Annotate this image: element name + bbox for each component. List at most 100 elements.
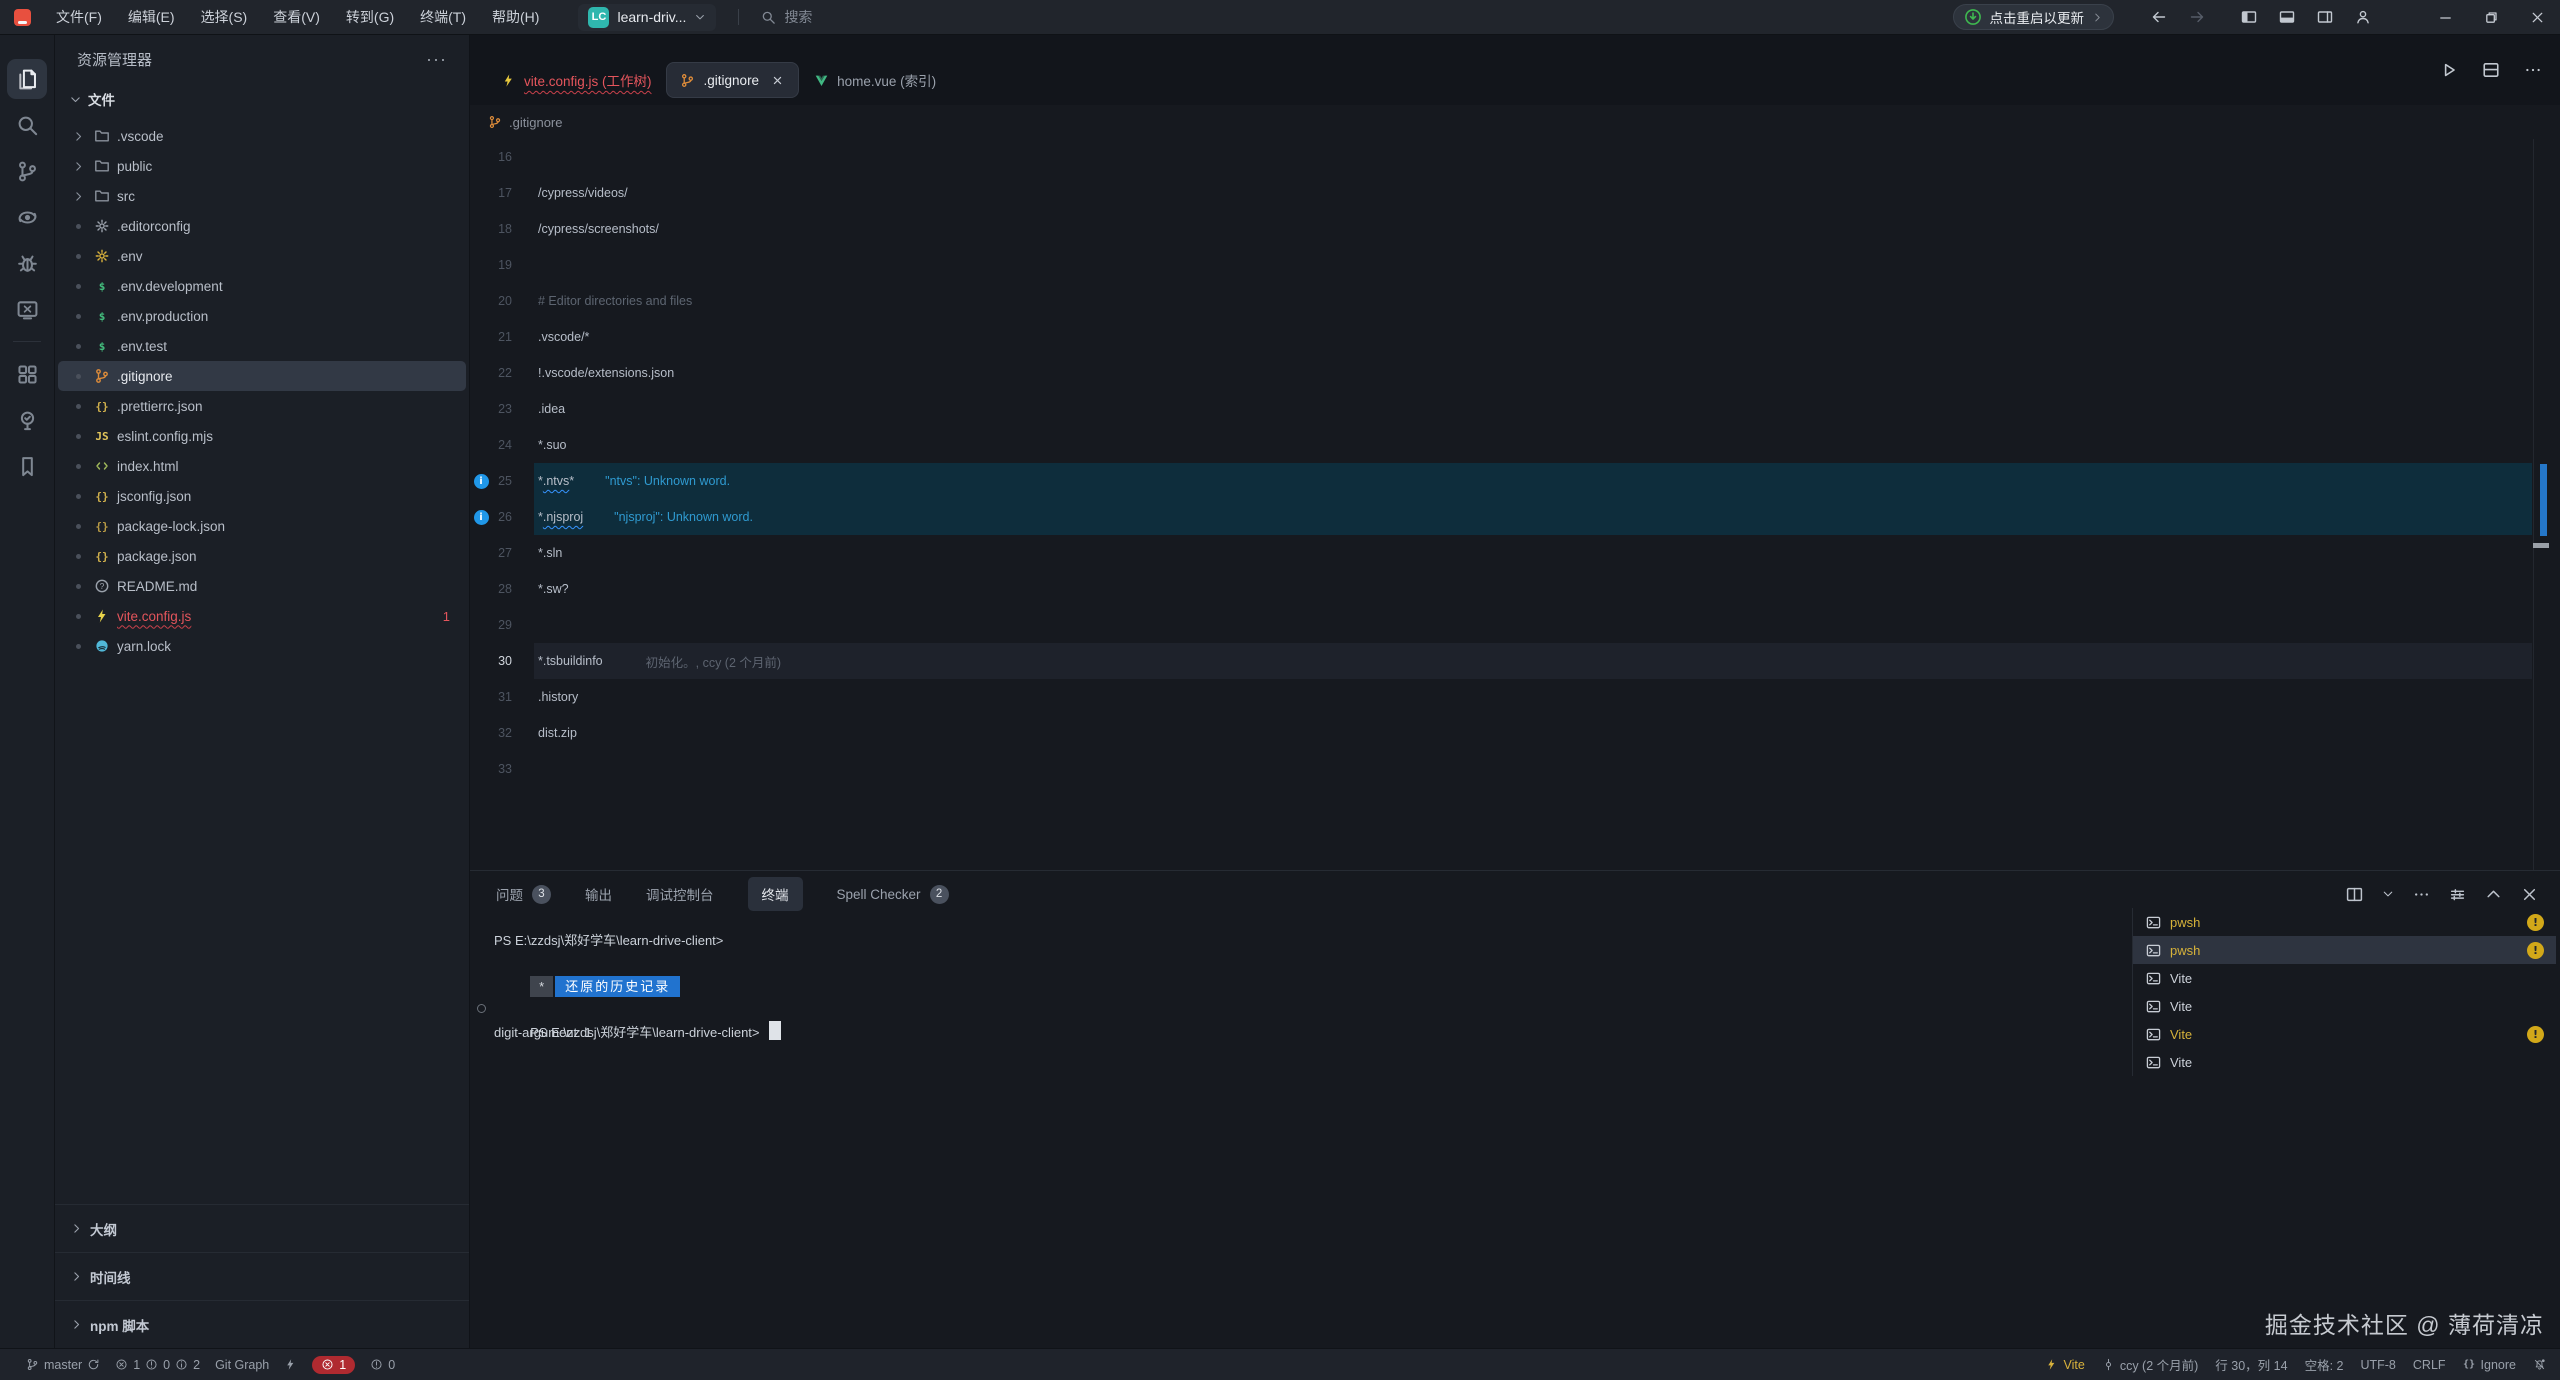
menu-item-0[interactable]: 文件(F) bbox=[43, 0, 115, 35]
sidebar-section-0[interactable]: 大纲 bbox=[55, 1204, 469, 1252]
git-branch-status[interactable]: master bbox=[26, 1358, 100, 1372]
menu-item-1[interactable]: 编辑(E) bbox=[115, 0, 188, 35]
file-row[interactable]: src bbox=[58, 181, 466, 211]
notifications[interactable] bbox=[2533, 1358, 2546, 1371]
filter-icon[interactable] bbox=[2449, 886, 2466, 903]
blame-status[interactable]: ccy (2 个月前) bbox=[2102, 1355, 2198, 1374]
file-row[interactable]: .env bbox=[58, 241, 466, 271]
split-terminal-icon[interactable] bbox=[2346, 886, 2363, 903]
menu-item-5[interactable]: 终端(T) bbox=[407, 0, 479, 35]
code-line[interactable]: 16 bbox=[470, 139, 2560, 175]
panel-tab-2[interactable]: 调试控制台 bbox=[646, 884, 714, 904]
close-icon[interactable] bbox=[769, 72, 785, 88]
code-line[interactable]: i25*.ntvs*"ntvs": Unknown word. bbox=[470, 463, 2560, 499]
code-line[interactable]: 23.idea bbox=[470, 391, 2560, 427]
menu-item-2[interactable]: 选择(S) bbox=[188, 0, 261, 35]
window-close-icon[interactable] bbox=[2514, 0, 2560, 35]
code-line[interactable]: 17/cypress/videos/ bbox=[470, 175, 2560, 211]
file-row[interactable]: .editorconfig bbox=[58, 211, 466, 241]
panel-tab-1[interactable]: 输出 bbox=[585, 884, 612, 904]
debug-icon[interactable] bbox=[7, 243, 47, 283]
code-line[interactable]: i26*.njsproj"njsproj": Unknown word. bbox=[470, 499, 2560, 535]
source-control-icon[interactable] bbox=[7, 151, 47, 191]
file-row[interactable]: index.html bbox=[58, 451, 466, 481]
file-row[interactable]: .vscode bbox=[58, 121, 466, 151]
file-row[interactable]: {}jsconfig.json bbox=[58, 481, 466, 511]
terminal-list-item[interactable]: pwsh! bbox=[2133, 908, 2556, 936]
info-diagnostic-icon[interactable]: i bbox=[470, 510, 492, 525]
code-line[interactable]: 30*.tsbuildinfo初始化。, ccy (2 个月前) bbox=[470, 643, 2560, 679]
sidebar-section-1[interactable]: 时间线 bbox=[55, 1252, 469, 1300]
bolt-status[interactable] bbox=[284, 1358, 297, 1371]
file-row[interactable]: {}package-lock.json bbox=[58, 511, 466, 541]
git-graph-status[interactable]: Git Graph bbox=[215, 1358, 269, 1372]
panel-tab-4[interactable]: Spell Checker2 bbox=[837, 885, 949, 904]
code-line[interactable]: 29 bbox=[470, 607, 2560, 643]
code-editor[interactable]: 1617/cypress/videos/18/cypress/screensho… bbox=[470, 139, 2560, 787]
sidebar-section-2[interactable]: npm 脚本 bbox=[55, 1300, 469, 1348]
titlebar-search[interactable]: 搜索 bbox=[761, 7, 812, 27]
explorer-icon[interactable] bbox=[7, 59, 47, 99]
info-diagnostic-icon[interactable]: i bbox=[470, 474, 492, 489]
terminal-list-item[interactable]: Vite! bbox=[2133, 1020, 2556, 1048]
terminal-list-item[interactable]: Vite bbox=[2133, 992, 2556, 1020]
panel-tab-3[interactable]: 终端 bbox=[748, 877, 803, 911]
terminal-list-item[interactable]: Vite bbox=[2133, 964, 2556, 992]
command-decoration-icon[interactable] bbox=[477, 1004, 486, 1013]
file-row[interactable]: $.env.production bbox=[58, 301, 466, 331]
error-badge[interactable]: 1 bbox=[312, 1356, 355, 1374]
toggle-secondary-sidebar-icon[interactable] bbox=[2306, 0, 2344, 35]
file-row[interactable]: $.env.development bbox=[58, 271, 466, 301]
code-line[interactable]: 19 bbox=[470, 247, 2560, 283]
window-restore-icon[interactable] bbox=[2468, 0, 2514, 35]
code-line[interactable]: 20# Editor directories and files bbox=[470, 283, 2560, 319]
search-icon[interactable] bbox=[7, 105, 47, 145]
tree-view-icon[interactable] bbox=[7, 400, 47, 440]
file-row[interactable]: {}.prettierrc.json bbox=[58, 391, 466, 421]
code-line[interactable]: 31.history bbox=[470, 679, 2560, 715]
vite-status[interactable]: Vite bbox=[2045, 1358, 2084, 1372]
terminal-list-item[interactable]: Vite bbox=[2133, 1048, 2556, 1076]
toggle-sidebar-icon[interactable] bbox=[2230, 0, 2268, 35]
indentation[interactable]: 空格: 2 bbox=[2305, 1355, 2344, 1374]
code-line[interactable]: 24*.suo bbox=[470, 427, 2560, 463]
file-row[interactable]: yarn.lock bbox=[58, 631, 466, 661]
account-icon[interactable] bbox=[2344, 0, 2382, 35]
preview-icon[interactable] bbox=[7, 197, 47, 237]
code-line[interactable]: 28*.sw? bbox=[470, 571, 2560, 607]
split-editor-icon[interactable] bbox=[2482, 61, 2500, 79]
problems-status[interactable]: 102 bbox=[115, 1358, 200, 1372]
bookmarks-icon[interactable] bbox=[7, 446, 47, 486]
cursor-position[interactable]: 行 30，列 14 bbox=[2215, 1355, 2287, 1374]
code-line[interactable]: 33 bbox=[470, 751, 2560, 787]
terminal-list-item[interactable]: pwsh! bbox=[2133, 936, 2556, 964]
file-row[interactable]: .gitignore bbox=[58, 361, 466, 391]
code-line[interactable]: 22!.vscode/extensions.json bbox=[470, 355, 2560, 391]
nav-back-icon[interactable] bbox=[2140, 0, 2178, 35]
update-button[interactable]: 点击重启以更新 bbox=[1953, 4, 2115, 30]
file-row[interactable]: JSeslint.config.mjs bbox=[58, 421, 466, 451]
more-actions-icon[interactable] bbox=[2524, 61, 2542, 79]
warning-count[interactable]: 0 bbox=[370, 1358, 395, 1372]
code-line[interactable]: 21.vscode/* bbox=[470, 319, 2560, 355]
overview-ruler[interactable] bbox=[2533, 139, 2534, 870]
editor-tab-2[interactable]: home.vue (索引) bbox=[799, 62, 950, 98]
eol[interactable]: CRLF bbox=[2413, 1358, 2446, 1372]
more-actions-icon[interactable] bbox=[2413, 886, 2430, 903]
code-line[interactable]: 27*.sln bbox=[470, 535, 2560, 571]
file-row[interactable]: $.env.test bbox=[58, 331, 466, 361]
toggle-panel-icon[interactable] bbox=[2268, 0, 2306, 35]
run-icon[interactable] bbox=[2440, 61, 2458, 79]
terminal-view-icon[interactable] bbox=[7, 289, 47, 329]
encoding[interactable]: UTF-8 bbox=[2360, 1358, 2395, 1372]
spell-ignore[interactable]: {}Ignore bbox=[2463, 1358, 2516, 1372]
editor-tab-1[interactable]: .gitignore bbox=[666, 62, 800, 98]
chevron-down-icon[interactable] bbox=[2382, 888, 2394, 900]
file-row[interactable]: ?README.md bbox=[58, 571, 466, 601]
more-actions-icon[interactable]: ··· bbox=[426, 49, 447, 70]
editor-tab-0[interactable]: vite.config.js (工作树) bbox=[486, 62, 666, 98]
panel-tab-0[interactable]: 问题3 bbox=[496, 884, 551, 904]
menu-item-6[interactable]: 帮助(H) bbox=[479, 0, 552, 35]
breadcrumb[interactable]: .gitignore bbox=[470, 105, 2560, 139]
maximize-panel-icon[interactable] bbox=[2485, 886, 2502, 903]
